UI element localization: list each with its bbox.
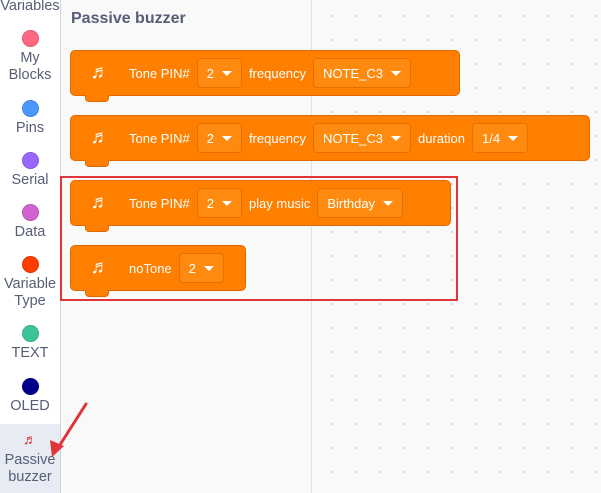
category-label: Passive buzzer (4, 452, 56, 485)
music-dropdown[interactable]: Birthday (317, 188, 404, 218)
block-label: frequency (248, 65, 307, 81)
category-passive-buzzer[interactable]: ♬ Passive buzzer (0, 424, 60, 493)
block-label: play music (248, 195, 311, 211)
category-dot (21, 100, 39, 117)
tone-frequency-duration-block[interactable]: ♬ Tone PIN# 2 frequency NOTE_C3 duration… (70, 115, 590, 167)
category-label: OLED (10, 398, 50, 414)
music-note-icon: ♬ (90, 257, 110, 278)
note-dropdown[interactable]: NOTE_C3 (313, 123, 411, 153)
pin-dropdown[interactable]: 2 (196, 188, 242, 218)
block-label: duration (418, 130, 465, 146)
category-label: TEXT (11, 345, 49, 361)
dropdown-value: 2 (206, 65, 214, 81)
dropdown-value: 2 (188, 260, 196, 276)
music-note-icon: ♬ (23, 431, 37, 447)
category-label: Pins (15, 120, 45, 136)
dropdown-value: 2 (206, 130, 214, 146)
category-serial[interactable]: Serial (0, 152, 60, 189)
category-dot (21, 325, 39, 342)
category-label: Serial (11, 172, 49, 188)
caret-down-icon (203, 265, 214, 271)
category-dot (21, 204, 39, 221)
category-dot (21, 256, 39, 273)
no-tone-block[interactable]: ♬ noTone 2 (70, 245, 246, 297)
pin-dropdown[interactable]: 2 (178, 253, 224, 283)
category-dot (21, 152, 39, 169)
caret-down-icon (508, 135, 519, 141)
dropdown-value: 2 (206, 195, 214, 211)
category-variables[interactable]: Variables (0, 0, 60, 15)
category-label: Data (14, 224, 46, 240)
tone-frequency-block[interactable]: ♬ Tone PIN# 2 frequency NOTE_C3 (70, 50, 460, 102)
flyout-title: Passive buzzer (71, 10, 186, 27)
category-data[interactable]: Data (0, 204, 60, 241)
category-label: My Blocks (8, 50, 52, 83)
music-note-icon: ♬ (90, 192, 110, 213)
category-label: Variable Type (3, 276, 57, 309)
duration-dropdown[interactable]: 1/4 (471, 123, 529, 153)
caret-down-icon (221, 135, 232, 141)
category-dot (21, 378, 39, 395)
category-text[interactable]: TEXT (0, 325, 60, 362)
music-note-icon: ♬ (90, 127, 110, 148)
block-label: Tone PIN# (129, 130, 190, 146)
caret-down-icon (221, 70, 232, 76)
note-dropdown[interactable]: NOTE_C3 (313, 58, 411, 88)
category-oled[interactable]: OLED (0, 378, 60, 415)
category-pins[interactable]: Pins (0, 100, 60, 137)
category-variable-type[interactable]: Variable Type (0, 256, 60, 310)
caret-down-icon (391, 70, 401, 76)
dropdown-value: NOTE_C3 (323, 65, 383, 81)
tone-play-music-block[interactable]: ♬ Tone PIN# 2 play music Birthday (70, 180, 451, 232)
category-label: Variables (0, 0, 60, 14)
block-label: frequency (248, 130, 307, 146)
dropdown-value: Birthday (327, 195, 376, 211)
block-label: Tone PIN# (129, 65, 190, 81)
pin-dropdown[interactable]: 2 (196, 123, 242, 153)
caret-down-icon (221, 200, 232, 206)
pin-dropdown[interactable]: 2 (196, 58, 242, 88)
category-my-blocks[interactable]: My Blocks (0, 30, 60, 84)
category-sidebar: Variables My Blocks Pins Serial Data Var… (0, 0, 61, 493)
music-note-icon: ♬ (90, 62, 110, 83)
dropdown-value: 1/4 (481, 130, 501, 146)
caret-down-icon (383, 200, 394, 206)
block-label: Tone PIN# (129, 195, 190, 211)
dropdown-value: NOTE_C3 (323, 130, 383, 146)
caret-down-icon (391, 135, 401, 141)
category-dot (21, 30, 39, 47)
block-label: noTone (129, 260, 172, 276)
